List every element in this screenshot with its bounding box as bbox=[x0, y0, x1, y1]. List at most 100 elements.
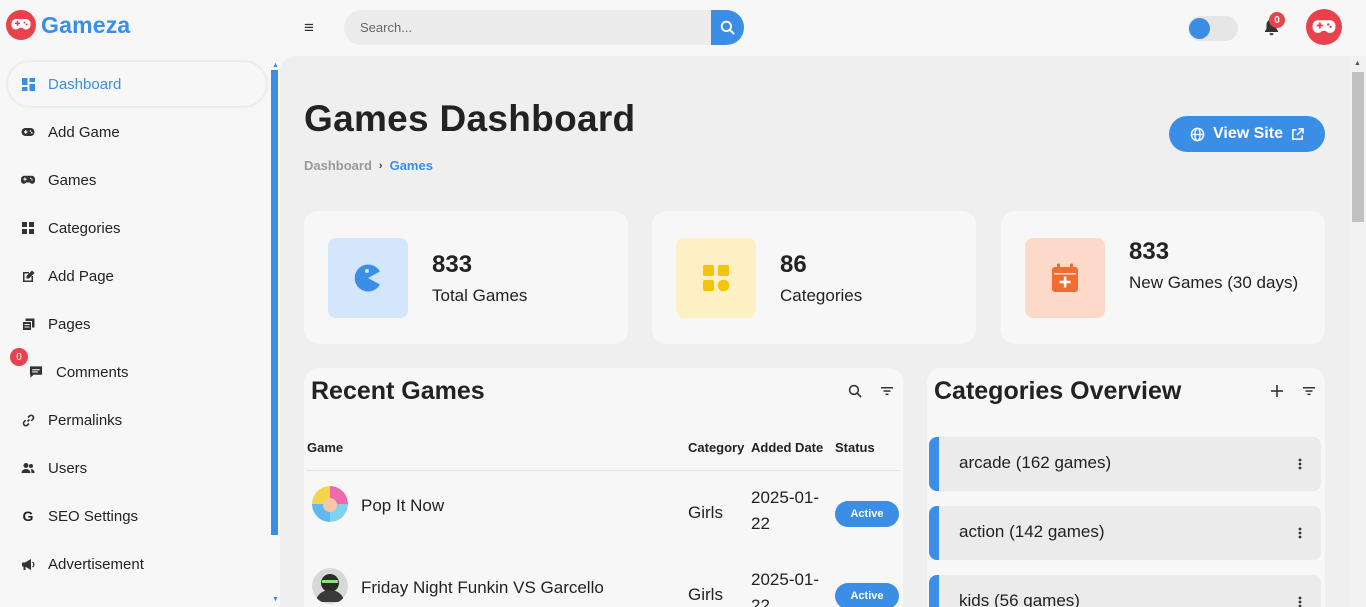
external-link-icon bbox=[1292, 127, 1304, 140]
stat-label: New Games (30 days) bbox=[1129, 273, 1299, 292]
search-button[interactable] bbox=[711, 10, 744, 45]
stat-label: Categories bbox=[780, 286, 863, 305]
filter-icon[interactable] bbox=[1301, 383, 1317, 399]
plus-icon[interactable] bbox=[1269, 383, 1285, 399]
recent-games-title: Recent Games bbox=[311, 377, 485, 405]
gamepad-icon bbox=[1312, 19, 1336, 33]
breadcrumb-current: Games bbox=[389, 158, 433, 173]
table-divider bbox=[306, 470, 900, 471]
column-header-status[interactable]: Status bbox=[835, 440, 875, 455]
sidebar-item-label: Dashboard bbox=[48, 75, 122, 93]
page-title: Games Dashboard bbox=[304, 98, 636, 139]
sidebar-item-label: Categories bbox=[48, 219, 121, 237]
sidebar-item-categories[interactable]: Categories bbox=[8, 206, 266, 250]
calendar-plus-icon bbox=[1052, 263, 1078, 292]
sidebar-scroll-thumb[interactable] bbox=[271, 70, 278, 535]
search-input[interactable] bbox=[344, 10, 711, 45]
pages-icon bbox=[21, 317, 35, 331]
notification-badge: 0 bbox=[1269, 12, 1285, 28]
gamepad-icon bbox=[21, 173, 35, 187]
app-name: Gameza bbox=[41, 11, 131, 38]
theme-toggle[interactable] bbox=[1188, 16, 1238, 41]
comment-icon bbox=[29, 365, 43, 379]
sidebar-item-label: Users bbox=[48, 459, 88, 477]
game-category: Girls bbox=[688, 503, 723, 522]
stat-value: 86 bbox=[780, 251, 807, 278]
scroll-up-arrow-icon[interactable]: ▲ bbox=[1354, 60, 1361, 67]
sidebar-item-label: Permalinks bbox=[48, 411, 123, 429]
sidebar-item-advertisement[interactable]: Advertisement bbox=[8, 542, 266, 586]
game-name[interactable]: Pop It Now bbox=[361, 496, 444, 516]
stat-card-total-games: 833 Total Games bbox=[304, 211, 628, 344]
search-icon[interactable] bbox=[847, 383, 863, 399]
sidebar-item-add-game[interactable]: Add Game bbox=[8, 110, 266, 154]
stat-card-new-games: 833 New Games (30 days) bbox=[1001, 211, 1325, 344]
stat-value: 833 bbox=[432, 251, 473, 278]
breadcrumb: Dashboard › Games bbox=[304, 158, 433, 173]
sidebar-scrollbar[interactable]: ▲ ▼ bbox=[270, 62, 280, 607]
sidebar-item-label: Add Game bbox=[48, 123, 120, 141]
status-badge[interactable]: Active bbox=[835, 501, 899, 527]
more-vertical-icon[interactable] bbox=[1295, 595, 1305, 607]
game-name[interactable]: Friday Night Funkin VS Garcello bbox=[361, 578, 604, 598]
sidebar-item-pages[interactable]: Pages bbox=[8, 302, 266, 346]
filter-icon[interactable] bbox=[879, 383, 895, 399]
game-thumbnail bbox=[312, 568, 348, 604]
sidebar-item-users[interactable]: Users bbox=[8, 446, 266, 490]
sidebar-item-games[interactable]: Games bbox=[8, 158, 266, 202]
page-scroll-thumb[interactable] bbox=[1352, 72, 1364, 222]
avatar[interactable] bbox=[1306, 9, 1342, 45]
game-thumbnail bbox=[312, 486, 348, 522]
users-icon bbox=[21, 461, 35, 475]
search-icon bbox=[720, 20, 735, 35]
sidebar-item-seo-settings[interactable]: G SEO Settings bbox=[8, 494, 266, 538]
column-header-category[interactable]: Category bbox=[688, 440, 744, 455]
page-scrollbar[interactable]: ▲ bbox=[1350, 56, 1366, 607]
category-label: kids (56 games) bbox=[959, 591, 1080, 607]
category-item[interactable]: action (142 games) bbox=[929, 506, 1321, 560]
top-header: Gameza ≡ 0 bbox=[0, 0, 1366, 56]
column-header-game[interactable]: Game bbox=[307, 440, 343, 455]
scroll-down-arrow-icon[interactable]: ▼ bbox=[272, 596, 279, 603]
scroll-up-arrow-icon[interactable]: ▲ bbox=[272, 62, 279, 69]
gamepad-logo-icon bbox=[6, 10, 36, 40]
logo[interactable]: Gameza bbox=[6, 10, 130, 40]
category-label: arcade (162 games) bbox=[959, 453, 1112, 472]
sidebar-item-label: Games bbox=[48, 171, 97, 189]
stat-icon-box bbox=[1025, 238, 1105, 318]
more-vertical-icon[interactable] bbox=[1295, 457, 1305, 471]
more-vertical-icon[interactable] bbox=[1295, 526, 1305, 540]
sidebar-item-dashboard[interactable]: Dashboard bbox=[8, 62, 266, 106]
edit-icon bbox=[21, 269, 35, 283]
sidebar-item-label: Advertisement bbox=[48, 555, 144, 573]
category-icon bbox=[703, 265, 730, 292]
category-label: action (142 games) bbox=[959, 522, 1105, 541]
category-item[interactable]: arcade (162 games) bbox=[929, 437, 1321, 491]
categories-overview-panel: Categories Overview arcade (162 games) a… bbox=[927, 368, 1325, 607]
hamburger-menu-icon[interactable]: ≡ bbox=[304, 18, 314, 38]
grid-icon bbox=[21, 77, 35, 91]
breadcrumb-link-dashboard[interactable]: Dashboard bbox=[304, 158, 372, 173]
main-content: Games Dashboard Dashboard › Games View S… bbox=[280, 56, 1350, 607]
view-site-label: View Site bbox=[1213, 125, 1283, 142]
gamepad-icon bbox=[21, 125, 35, 139]
sidebar-item-label: Pages bbox=[48, 315, 91, 333]
stat-value: 833 bbox=[1129, 238, 1170, 265]
column-header-added-date[interactable]: Added Date bbox=[751, 440, 823, 455]
pacman-icon bbox=[354, 264, 380, 292]
sidebar-item-permalinks[interactable]: Permalinks bbox=[8, 398, 266, 442]
sidebar-item-label: SEO Settings bbox=[48, 507, 139, 525]
comments-count-badge: 0 bbox=[10, 348, 28, 366]
link-icon bbox=[21, 413, 35, 427]
sidebar-item-add-page[interactable]: Add Page bbox=[8, 254, 266, 298]
sidebar: Dashboard Add Game Games Categories Add … bbox=[0, 56, 270, 607]
search-bar bbox=[344, 10, 744, 45]
recent-games-panel: Recent Games Game Category Added Date St… bbox=[304, 368, 903, 607]
stat-card-categories: 86 Categories bbox=[652, 211, 976, 344]
sidebar-item-comments[interactable]: 0 Comments bbox=[8, 348, 266, 394]
view-site-button[interactable]: View Site bbox=[1169, 116, 1325, 152]
category-item[interactable]: kids (56 games) bbox=[929, 575, 1321, 607]
chevron-right-icon: › bbox=[378, 159, 383, 172]
status-badge[interactable]: Active bbox=[835, 583, 899, 607]
sidebar-item-label: Add Page bbox=[48, 267, 114, 285]
